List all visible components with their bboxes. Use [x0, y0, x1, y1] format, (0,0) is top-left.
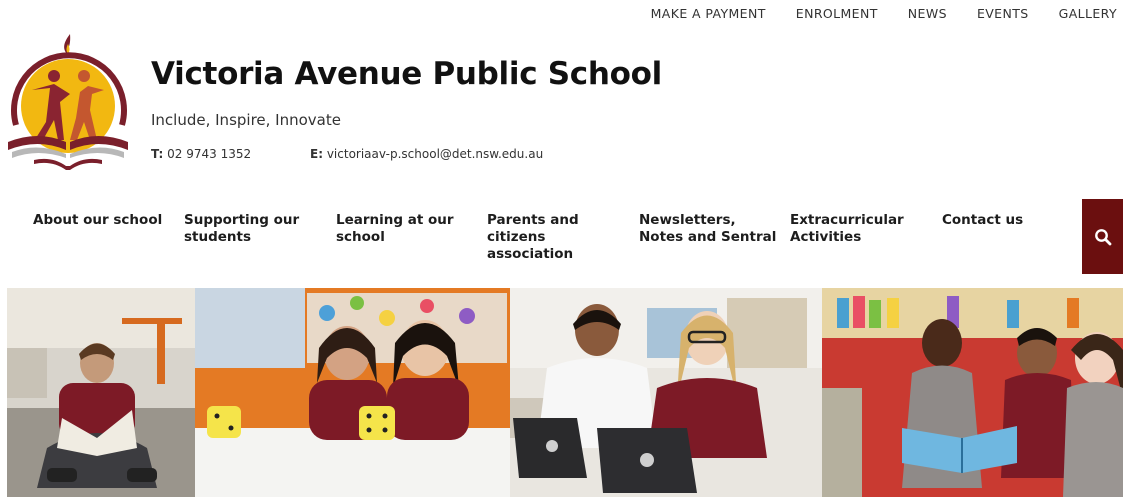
- nav-item-label: association: [487, 246, 574, 262]
- students-with-laptops-photo: [510, 288, 822, 497]
- nav-item-label: Learning at our: [336, 212, 454, 228]
- nav-item-newsletters[interactable]: Newsletters, Notes and Sentral: [639, 212, 776, 246]
- boy-reading-on-floor-photo: [7, 288, 195, 497]
- main-nav: About our school Supporting our students…: [0, 212, 1123, 272]
- contact-phone: T: 02 9743 1352: [151, 147, 251, 161]
- hero-photo-strip: [7, 288, 1123, 497]
- nav-item-label: Activities: [790, 229, 862, 245]
- nav-item-about-our-school[interactable]: About our school: [33, 212, 162, 229]
- nav-item-label: school: [336, 229, 385, 245]
- utility-link-news[interactable]: NEWS: [908, 6, 947, 21]
- nav-item-label: Contact us: [942, 212, 1024, 228]
- nav-item-label: Extracurricular: [790, 212, 904, 228]
- nav-item-label: Notes and Sentral: [639, 229, 777, 245]
- nav-item-learning-at-our-school[interactable]: Learning at our school: [336, 212, 454, 246]
- nav-item-label: Parents and: [487, 212, 579, 228]
- phone-number[interactable]: 02 9743 1352: [167, 147, 251, 161]
- email-address[interactable]: victoriaav-p.school@det.nsw.edu.au: [327, 147, 543, 161]
- nav-item-label: students: [184, 229, 252, 245]
- nav-item-contact-us[interactable]: Contact us: [942, 212, 1023, 229]
- nav-item-label: Supporting our: [184, 212, 300, 228]
- phone-label: T:: [151, 147, 164, 161]
- nav-item-supporting-our-students[interactable]: Supporting our students: [184, 212, 299, 246]
- nav-item-label: citizens: [487, 229, 546, 245]
- utility-link-gallery[interactable]: GALLERY: [1059, 6, 1117, 21]
- email-label: E:: [310, 147, 323, 161]
- utility-link-enrolment[interactable]: ENROLMENT: [796, 6, 878, 21]
- nav-item-parents-and-citizens[interactable]: Parents and citizens association: [487, 212, 579, 263]
- utility-link-make-a-payment[interactable]: MAKE A PAYMENT: [651, 6, 766, 21]
- school-crest-logo[interactable]: [4, 30, 132, 172]
- two-girls-with-dice-photo: [195, 288, 510, 497]
- utility-nav: MAKE A PAYMENT ENROLMENT NEWS EVENTS GAL…: [621, 6, 1117, 21]
- search-icon: [1094, 228, 1111, 245]
- girls-reading-book-photo: [822, 288, 1123, 497]
- nav-item-label: About our school: [33, 212, 163, 228]
- nav-item-extracurricular[interactable]: Extracurricular Activities: [790, 212, 904, 246]
- school-name: Victoria Avenue Public School: [151, 56, 662, 92]
- contact-email: E: victoriaav-p.school@det.nsw.edu.au: [310, 147, 543, 161]
- nav-item-label: Newsletters,: [639, 212, 736, 228]
- utility-link-events[interactable]: EVENTS: [977, 6, 1029, 21]
- school-motto: Include, Inspire, Innovate: [151, 111, 341, 129]
- search-button[interactable]: [1082, 199, 1123, 274]
